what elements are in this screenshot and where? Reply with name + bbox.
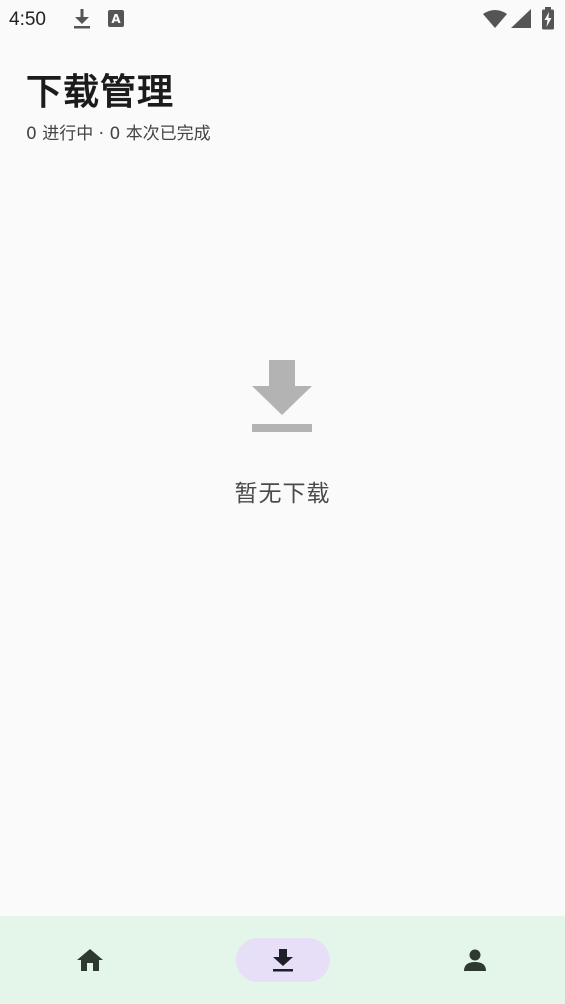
bottom-navigation bbox=[0, 916, 565, 1004]
status-time: 4:50 bbox=[9, 9, 46, 30]
download-icon bbox=[273, 949, 293, 972]
person-icon bbox=[464, 949, 486, 971]
download-icon bbox=[74, 9, 90, 29]
download-manager-screen: 4:50 A 下载管理 0 进行中 · 0 本次已完成 暂无下载 bbox=[0, 0, 565, 1004]
page-title: 下载管理 bbox=[26, 72, 175, 113]
wifi-icon bbox=[483, 10, 507, 28]
completed-label: 本次已完成 bbox=[125, 124, 211, 144]
nav-downloads[interactable] bbox=[236, 938, 330, 982]
in-progress-count: 0 bbox=[26, 124, 37, 144]
font-a-icon: A bbox=[108, 10, 124, 27]
summary-separator: · bbox=[98, 124, 105, 144]
in-progress-label: 进行中 bbox=[42, 124, 94, 144]
svg-text:A: A bbox=[111, 12, 121, 26]
signal-icon bbox=[511, 9, 531, 28]
download-summary: 0 进行中 · 0 本次已完成 bbox=[26, 123, 211, 145]
home-icon bbox=[77, 949, 103, 971]
completed-count: 0 bbox=[109, 124, 121, 144]
status-bar: 4:50 A bbox=[0, 0, 565, 40]
nav-profile[interactable] bbox=[447, 938, 503, 982]
download-icon bbox=[252, 360, 312, 432]
empty-state-text: 暂无下载 bbox=[234, 481, 331, 507]
battery-charging-icon bbox=[542, 7, 554, 30]
nav-home[interactable] bbox=[62, 938, 118, 982]
